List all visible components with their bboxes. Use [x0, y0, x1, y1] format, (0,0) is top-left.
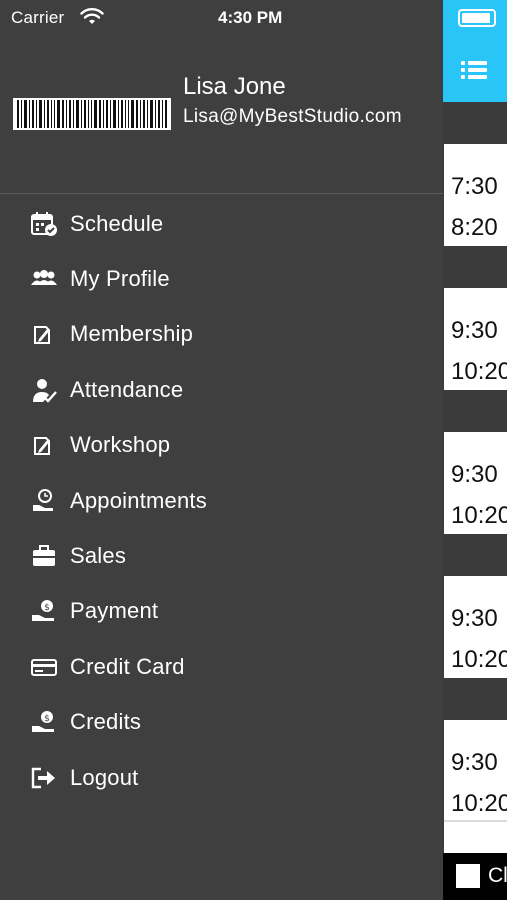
checkbox-label: Cl	[488, 864, 507, 887]
menu-label: Sales	[70, 543, 127, 569]
svg-text:$: $	[44, 603, 50, 613]
carrier-label: Carrier	[11, 8, 65, 27]
menu-item-schedule[interactable]: Schedule	[0, 196, 443, 251]
menu-item-payment[interactable]: $ Payment	[0, 584, 443, 639]
wifi-icon	[80, 8, 104, 24]
menu-label: Logout	[70, 764, 139, 790]
menu-item-credits[interactable]: $ Credits	[0, 695, 443, 750]
class-end-time: 10:20	[451, 502, 507, 529]
class-end-time: 10:20	[451, 358, 507, 385]
menu-item-attendance[interactable]: Attendance	[0, 362, 443, 417]
class-end-time: 8:20	[451, 214, 498, 241]
credits-icon: $	[28, 708, 60, 736]
checkbox[interactable]	[456, 864, 480, 888]
menu-label: Schedule	[70, 210, 164, 236]
barcode-icon	[13, 98, 171, 130]
schedule-icon	[28, 210, 60, 238]
menu-label: Credit Card	[70, 653, 185, 679]
class-card[interactable]: 9:30 10:20	[444, 720, 507, 853]
status-time: 4:30 PM	[218, 8, 283, 27]
menu-label: Credits	[70, 709, 142, 735]
menu-label: Membership	[70, 321, 194, 347]
list-separator	[444, 820, 507, 822]
class-start-time: 9:30	[451, 461, 498, 488]
menu-label: Payment	[70, 598, 159, 624]
class-card[interactable]: 7:30 8:20	[444, 144, 507, 246]
status-bar: Carrier 4:30 PM	[0, 0, 443, 40]
nav-bar	[443, 0, 507, 102]
workshop-icon	[28, 431, 60, 459]
menu-label: Appointments	[70, 487, 207, 513]
class-start-time: 9:30	[451, 605, 498, 632]
menu-item-workshop[interactable]: Workshop	[0, 418, 443, 473]
side-drawer: Carrier 4:30 PM Lisa Jone Lisa@MyBestStu…	[0, 0, 443, 900]
battery-icon	[458, 9, 496, 27]
list-view-icon[interactable]	[459, 58, 489, 82]
profile-divider	[0, 193, 443, 194]
drawer-menu: Schedule My Profile Membership Attendanc…	[0, 196, 443, 805]
class-start-time: 9:30	[451, 749, 498, 776]
class-end-time: 10:20	[451, 790, 507, 817]
logout-icon	[28, 764, 60, 792]
profile-header[interactable]: Lisa Jone Lisa@MyBestStudio.com	[0, 60, 443, 194]
briefcase-icon	[28, 542, 60, 570]
appointments-icon	[28, 487, 60, 515]
class-card[interactable]: 9:30 10:20	[444, 576, 507, 678]
menu-label: My Profile	[70, 266, 170, 292]
menu-label: Attendance	[70, 376, 184, 402]
menu-item-sales[interactable]: Sales	[0, 528, 443, 583]
class-start-time: 9:30	[451, 317, 498, 344]
menu-label: Workshop	[70, 432, 171, 458]
svg-text:$: $	[44, 714, 50, 724]
attendance-icon	[28, 376, 60, 404]
menu-item-logout[interactable]: Logout	[0, 750, 443, 805]
user-name: Lisa Jone	[183, 73, 286, 100]
menu-item-my-profile[interactable]: My Profile	[0, 251, 443, 306]
membership-icon	[28, 320, 60, 348]
class-start-time: 7:30	[451, 173, 498, 200]
menu-item-credit-card[interactable]: Credit Card	[0, 639, 443, 694]
credit-card-icon	[28, 653, 60, 681]
menu-item-appointments[interactable]: Appointments	[0, 473, 443, 528]
class-end-time: 10:20	[451, 646, 507, 673]
class-card[interactable]: 9:30 10:20	[444, 432, 507, 534]
users-icon	[28, 265, 60, 293]
class-card[interactable]: 9:30 10:20	[444, 288, 507, 390]
menu-item-membership[interactable]: Membership	[0, 307, 443, 362]
payment-icon: $	[28, 597, 60, 625]
user-email: Lisa@MyBestStudio.com	[183, 106, 402, 127]
bottom-bar: Cl	[443, 853, 507, 900]
main-screen-preview[interactable]: 7:30 8:20 9:30 10:20 9:30 10:20 9:30 10:…	[443, 0, 507, 900]
